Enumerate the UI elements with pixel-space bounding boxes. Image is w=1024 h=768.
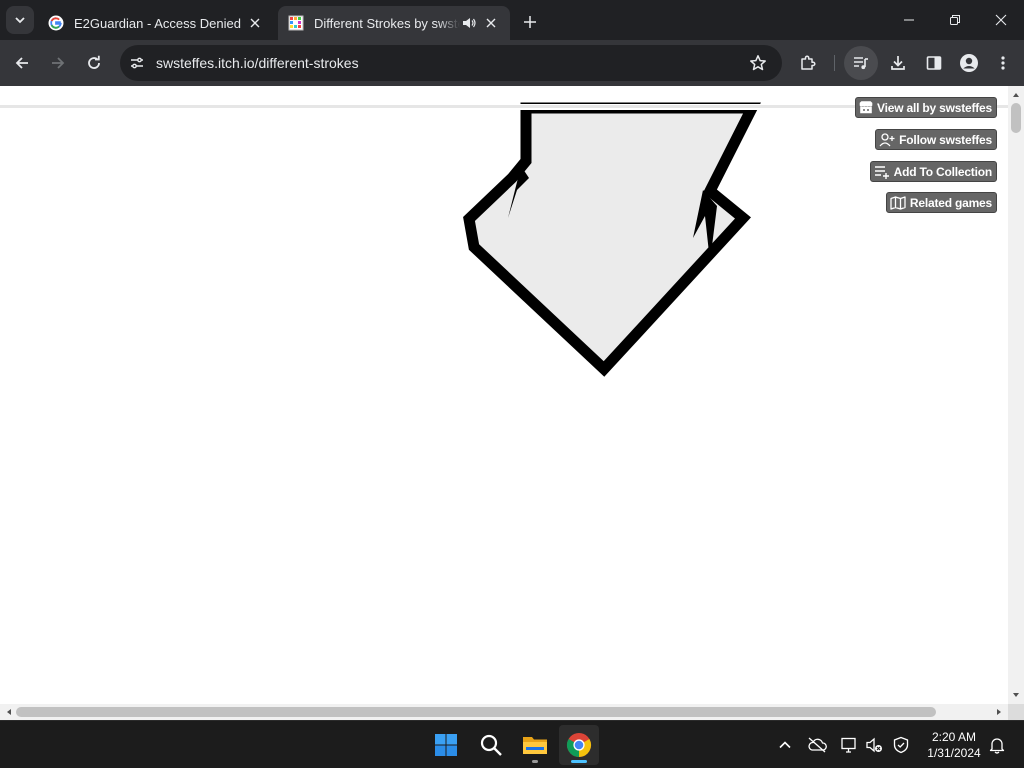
itch-game-icon: [288, 15, 304, 31]
chevron-down-icon: [15, 17, 25, 24]
google-g-icon: [48, 15, 64, 31]
web-page: View all by swsteffes Follow swsteffes A…: [0, 86, 1024, 720]
close-tab-button[interactable]: [246, 14, 264, 32]
arrow-right-icon: [52, 57, 65, 69]
chevron-up-icon: [779, 741, 791, 749]
reload-button[interactable]: [78, 47, 110, 79]
tab-strip: E2Guardian - Access Denied Different Str…: [0, 0, 1024, 40]
search-button[interactable]: [471, 725, 511, 765]
restore-icon: [950, 15, 960, 25]
add-to-collection-button[interactable]: Add To Collection: [869, 161, 997, 182]
side-panel-icon: [926, 56, 942, 70]
puzzle-icon: [801, 55, 816, 70]
browser-toolbar: swsteffes.itch.io/different-strokes: [0, 40, 1024, 86]
site-info-button[interactable]: [126, 52, 148, 74]
onedrive-tray-button[interactable]: [805, 733, 829, 757]
profile-button[interactable]: [953, 47, 985, 79]
back-button[interactable]: [6, 47, 38, 79]
show-hidden-icons-button[interactable]: [773, 733, 797, 757]
restore-button[interactable]: [932, 0, 978, 40]
media-controls-button[interactable]: [844, 46, 878, 80]
toolbar-separator: [834, 55, 835, 71]
close-icon: [250, 18, 260, 28]
add-user-icon: [879, 132, 895, 146]
minimize-icon: [904, 19, 914, 21]
side-panel-button[interactable]: [918, 47, 950, 79]
menu-button[interactable]: [987, 47, 1019, 79]
chrome-taskbar-button[interactable]: [559, 725, 599, 765]
network-icon: [841, 737, 856, 753]
clock-date: 1/31/2024: [927, 746, 981, 760]
bell-icon: [989, 738, 1005, 754]
tune-icon: [131, 57, 143, 69]
tab-e2guardian[interactable]: E2Guardian - Access Denied: [38, 6, 274, 40]
scrollbar-corner: [1008, 704, 1024, 720]
address-bar[interactable]: swsteffes.itch.io/different-strokes: [120, 45, 782, 81]
windows-logo-icon: [435, 734, 457, 756]
shield-icon: [893, 736, 909, 754]
scroll-right-icon[interactable]: [992, 704, 1006, 720]
active-indicator: [571, 760, 587, 763]
tab-audio-button[interactable]: [460, 14, 478, 32]
follow-button[interactable]: Follow swsteffes: [875, 129, 997, 150]
view-all-button[interactable]: View all by swsteffes: [855, 97, 997, 118]
volume-muted-icon: [866, 737, 882, 753]
close-tab-button[interactable]: [482, 14, 500, 32]
close-icon: [995, 14, 1007, 26]
security-tray-button[interactable]: [889, 733, 913, 757]
related-games-button[interactable]: Related games: [885, 192, 997, 213]
downloads-button[interactable]: [882, 47, 914, 79]
plus-icon: [524, 16, 536, 28]
more-vert-icon: [1001, 56, 1005, 70]
cloud-off-icon: [808, 737, 827, 753]
running-indicator: [532, 760, 538, 763]
minimize-button[interactable]: [886, 0, 932, 40]
tab-title: E2Guardian - Access Denied: [74, 15, 241, 31]
arrow-left-icon: [15, 57, 28, 69]
game-canvas[interactable]: [0, 86, 1008, 704]
account-icon: [960, 54, 978, 72]
add-to-list-icon: [874, 165, 889, 179]
screen: E2Guardian - Access Denied Different Str…: [0, 0, 1024, 768]
scroll-left-icon[interactable]: [2, 704, 16, 720]
tab-different-strokes[interactable]: Different Strokes by swsteffes: [278, 6, 510, 40]
volume-tray-button[interactable]: [862, 733, 886, 757]
horizontal-scrollbar[interactable]: [0, 704, 1008, 720]
file-explorer-button[interactable]: [515, 725, 555, 765]
queue-music-icon: [854, 57, 868, 70]
scroll-up-icon[interactable]: [1008, 88, 1024, 102]
vertical-scroll-thumb[interactable]: [1011, 103, 1021, 133]
url-text: swsteffes.itch.io/different-strokes: [156, 55, 359, 71]
follow-label: Follow swsteffes: [899, 132, 992, 147]
star-icon: [750, 55, 766, 71]
clock[interactable]: 2:20 AM 1/31/2024: [918, 729, 990, 761]
related-games-label: Related games: [909, 195, 992, 210]
clock-time: 2:20 AM: [931, 730, 977, 744]
speaker-icon: [463, 18, 476, 28]
network-tray-button[interactable]: [837, 733, 861, 757]
folder-icon: [523, 737, 547, 754]
vertical-scrollbar[interactable]: [1008, 86, 1024, 704]
download-icon: [891, 56, 905, 70]
view-all-label: View all by swsteffes: [877, 100, 992, 115]
search-icon: [480, 734, 502, 756]
tab-title: Different Strokes by swsteffes: [314, 15, 460, 31]
extensions-button[interactable]: [792, 47, 824, 79]
itch-store-icon: [859, 101, 873, 114]
reload-icon: [88, 55, 100, 69]
chrome-icon: [566, 733, 592, 757]
close-icon: [486, 18, 496, 28]
tab-search-button[interactable]: [6, 6, 34, 34]
forward-button[interactable]: [42, 47, 74, 79]
add-to-collection-label: Add To Collection: [893, 164, 993, 179]
taskbar: 2:20 AM 1/31/2024: [0, 720, 1024, 768]
close-window-button[interactable]: [978, 0, 1024, 40]
bookmark-button[interactable]: [744, 49, 772, 77]
start-button[interactable]: [426, 725, 466, 765]
map-icon: [890, 195, 906, 210]
horizontal-scroll-thumb[interactable]: [16, 707, 936, 717]
notifications-button[interactable]: [985, 733, 1009, 757]
new-tab-button[interactable]: [518, 10, 542, 34]
scroll-down-icon[interactable]: [1008, 688, 1024, 702]
